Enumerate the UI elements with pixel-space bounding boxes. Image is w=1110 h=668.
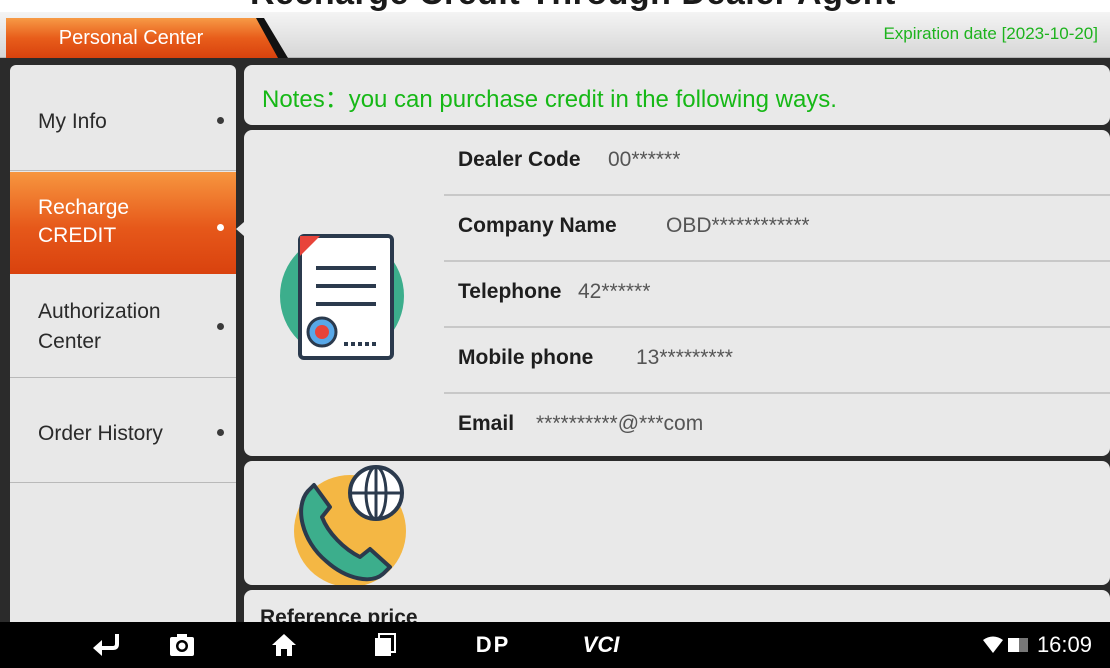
dp-button[interactable]: DP: [458, 622, 528, 668]
cropped-page-title-text: Recharge Credit Through Dealer Agent: [250, 0, 896, 12]
telephone-label: Telephone: [458, 280, 562, 303]
bullet-dot-icon: [217, 224, 224, 231]
screenshot-button[interactable]: [162, 622, 202, 668]
mobile-phone-row: Mobile phone 13*********: [444, 328, 1110, 394]
status-time: 16:09: [1036, 632, 1092, 657]
camera-icon: [170, 634, 194, 656]
sidebar-item-label: Recharge CREDIT: [38, 196, 130, 247]
active-pointer-icon: [236, 222, 244, 236]
home-icon: [272, 634, 296, 656]
sidebar-item-authorization-center[interactable]: Authorization Center: [10, 274, 236, 378]
tab-personal-center-label: Personal Center: [58, 27, 204, 49]
email-label: Email: [458, 412, 515, 435]
bottom-navigation-bar: DP VCI 16:09: [0, 622, 1110, 668]
phone-globe-icon: [294, 465, 406, 585]
sidebar-item-label: Order History: [38, 422, 163, 445]
sidebar-item-my-info[interactable]: My Info: [10, 65, 236, 171]
company-name-label: Company Name: [458, 214, 617, 237]
sidebar-item-order-history[interactable]: Order History: [10, 379, 236, 483]
battery-status: [1006, 622, 1030, 668]
bullet-dot-icon: [217, 117, 224, 124]
phone-panel: [244, 461, 1110, 585]
cropped-page-title: Recharge Credit Through Dealer Agent: [0, 0, 1110, 12]
dealer-code-label: Dealer Code: [458, 148, 581, 171]
home-button[interactable]: [264, 622, 304, 668]
sidebar-item-recharge-credit[interactable]: Recharge CREDIT: [10, 172, 236, 274]
dealer-info-panel: Dealer Code 00****** Company Name OBD***…: [244, 130, 1110, 456]
sidebar: My Info Recharge CREDIT Authorization Ce…: [10, 65, 236, 622]
mobile-phone-value: 13*********: [636, 346, 733, 369]
wifi-status: [978, 622, 1008, 668]
header-bar: Personal Center Expiration date [2023-10…: [0, 12, 1110, 58]
recent-apps-button[interactable]: [365, 622, 405, 668]
vci-label: VCI: [582, 632, 620, 657]
recent-apps-icon: [375, 633, 396, 656]
certificate-document-icon: [280, 234, 404, 360]
notes-text: Notes：you can purchase credit in the fol…: [262, 86, 837, 113]
expiration-date: Expiration date [2023-10-20]: [883, 24, 1098, 43]
dp-label: DP: [475, 632, 511, 657]
company-name-value: OBD************: [666, 214, 810, 237]
email-value: **********@***com: [536, 412, 704, 435]
wifi-icon: [983, 636, 1003, 653]
mobile-phone-label: Mobile phone: [458, 346, 594, 369]
tab-personal-center[interactable]: Personal Center: [6, 18, 288, 58]
dealer-code-value: 00******: [608, 148, 681, 171]
back-button[interactable]: [86, 622, 126, 668]
bullet-dot-icon: [217, 323, 224, 330]
sidebar-item-label: Authorization Center: [38, 300, 161, 353]
notes-panel: Notes：you can purchase credit in the fol…: [244, 65, 1110, 125]
telephone-row: Telephone 42******: [444, 262, 1110, 328]
email-row: Email **********@***com: [444, 394, 1110, 456]
dealer-code-row: Dealer Code 00******: [444, 130, 1110, 196]
company-name-row: Company Name OBD************: [444, 196, 1110, 262]
vci-button[interactable]: VCI: [566, 622, 636, 668]
back-arrow-icon: [93, 634, 119, 656]
main-area: My Info Recharge CREDIT Authorization Ce…: [0, 58, 1110, 630]
battery-icon: [1008, 638, 1028, 652]
telephone-value: 42******: [578, 280, 651, 303]
sidebar-item-label: My Info: [38, 110, 107, 133]
bullet-dot-icon: [217, 429, 224, 436]
